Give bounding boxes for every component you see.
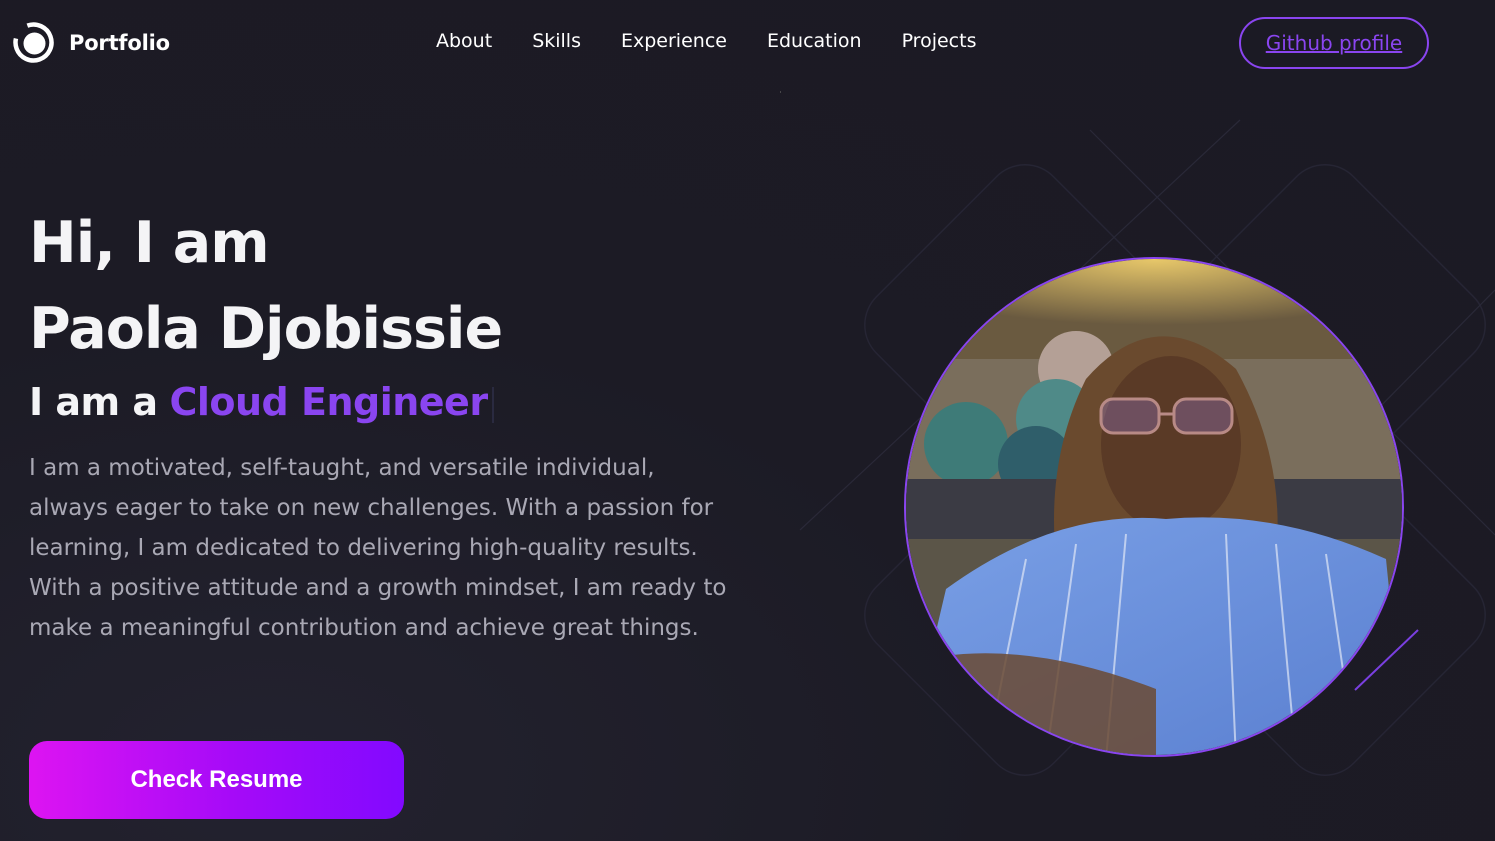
portfolio-page: Portfolio About Skills Experience Educat… xyxy=(0,0,1495,841)
typing-cursor xyxy=(491,386,494,423)
github-profile-button[interactable]: Github profile xyxy=(1239,17,1429,69)
bio-paragraph: I am a motivated, self-taught, and versa… xyxy=(29,455,727,641)
greeting-text: Hi, I am xyxy=(29,210,270,276)
nav-links: About Skills Experience Education Projec… xyxy=(436,30,1016,52)
ring-logo-icon xyxy=(13,22,54,63)
profile-photo-illustration xyxy=(906,259,1402,755)
nav-link-skills[interactable]: Skills xyxy=(532,30,581,52)
brand-logo[interactable]: Portfolio xyxy=(12,21,170,64)
profile-photo xyxy=(904,257,1404,757)
nav-link-projects[interactable]: Projects xyxy=(902,30,977,52)
nav-link-about[interactable]: About xyxy=(436,30,492,52)
nav-link-education[interactable]: Education xyxy=(767,30,862,52)
hero-name: Paola Djobissie xyxy=(29,296,503,362)
brand-name: Portfolio xyxy=(69,30,170,55)
hero-heading: Hi, I am Paola Djobissie xyxy=(29,200,503,372)
role-typed-text: Cloud Engineer xyxy=(169,380,488,424)
role-prefix: I am a xyxy=(29,380,158,424)
top-navbar: Portfolio About Skills Experience Educat… xyxy=(0,0,1495,86)
check-resume-button[interactable]: Check Resume xyxy=(29,741,404,819)
role-line: I am a Cloud Engineer xyxy=(29,380,494,424)
nav-link-experience[interactable]: Experience xyxy=(621,30,727,52)
